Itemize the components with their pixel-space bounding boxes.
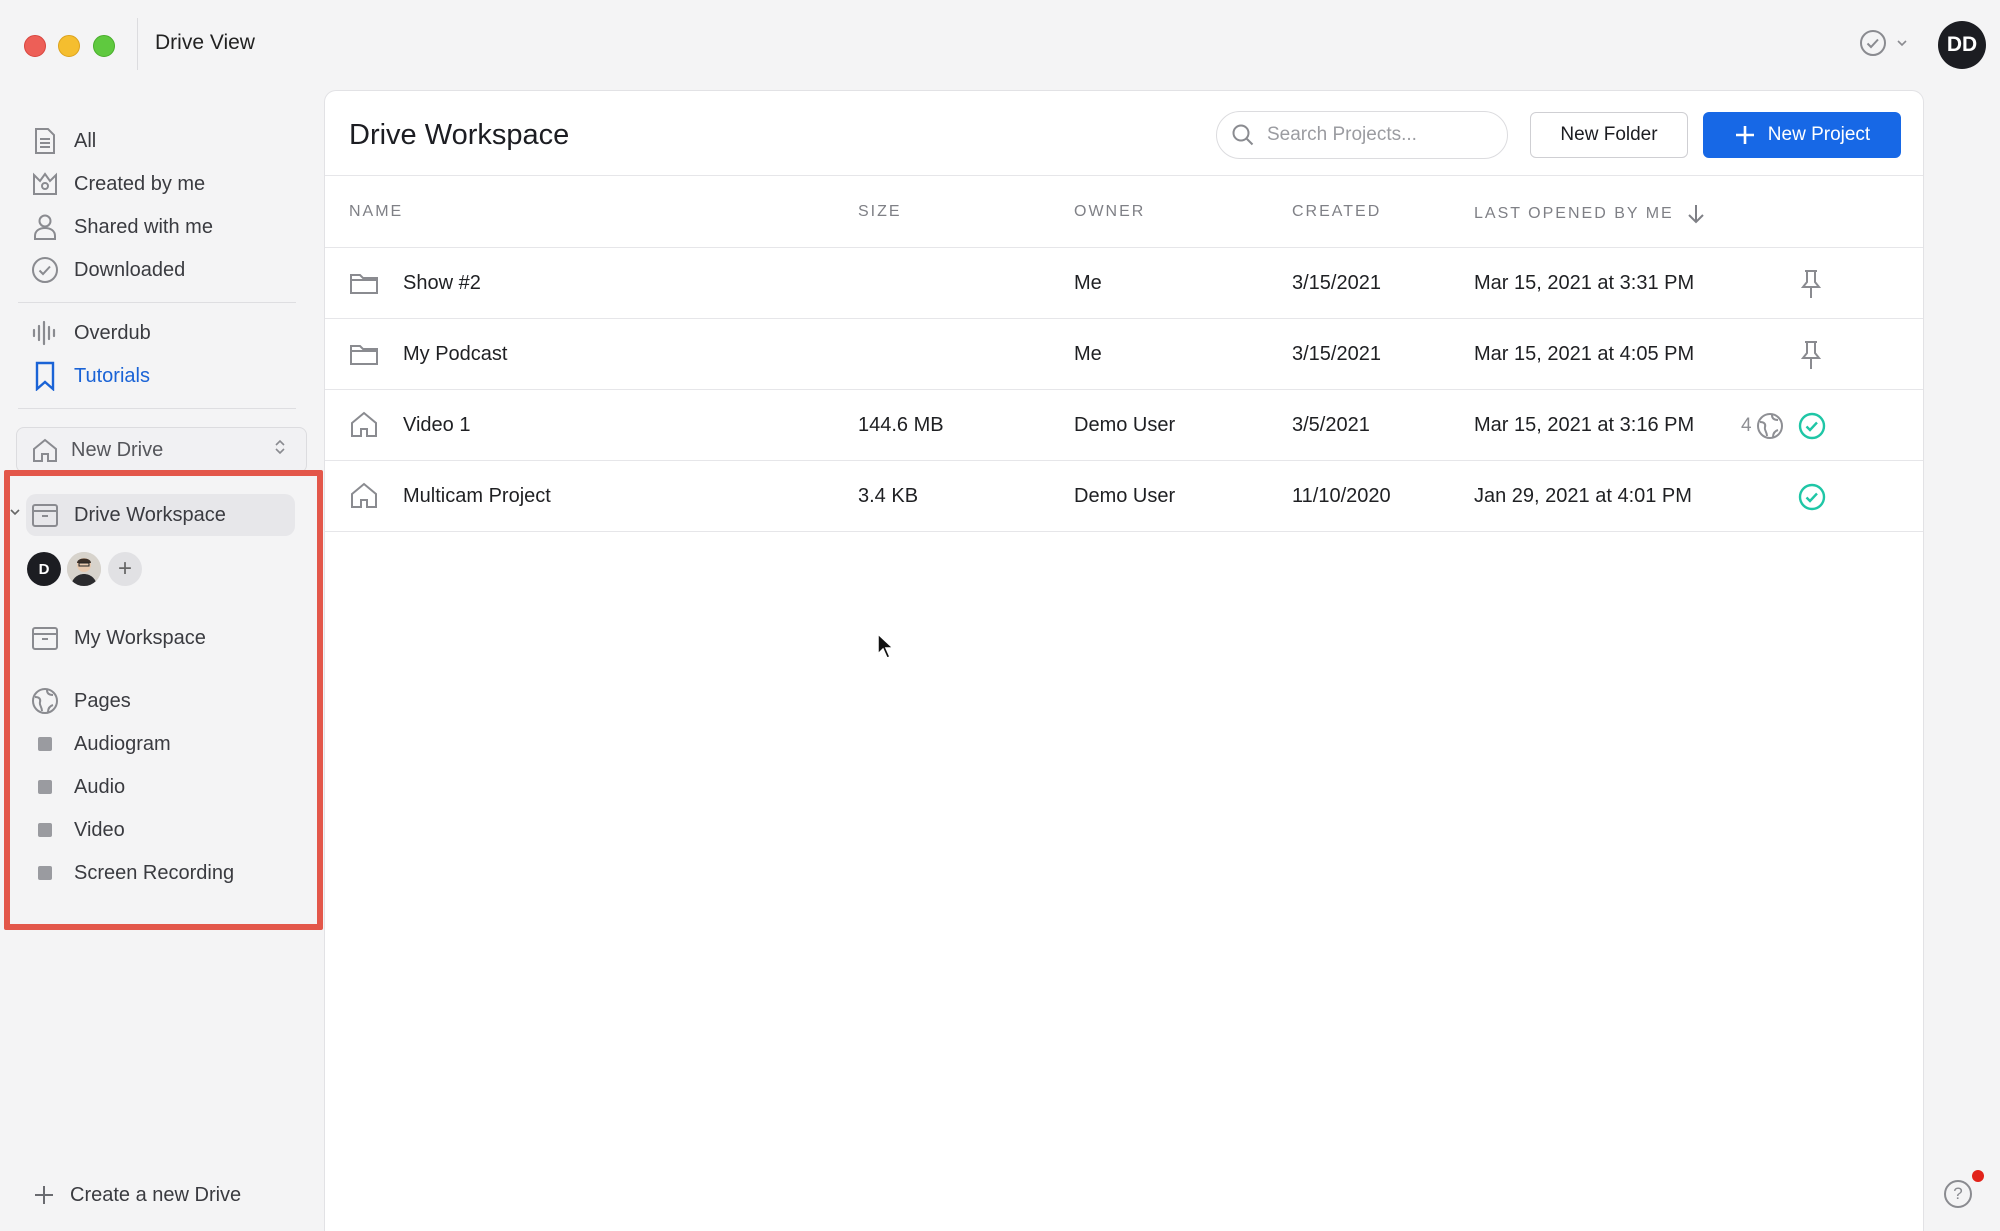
shared-count-value: 4 xyxy=(1741,415,1752,436)
row-created: 3/5/2021 xyxy=(1292,414,1370,436)
table-row[interactable]: Video 1 144.6 MB Demo User 3/5/2021 Mar … xyxy=(325,390,1923,461)
main-panel: Drive Workspace New Folder New Project N… xyxy=(324,90,1924,1231)
user-avatar[interactable]: DD xyxy=(1938,21,1986,69)
row-size: 144.6 MB xyxy=(858,414,944,436)
document-icon xyxy=(30,126,60,156)
check-circle-icon xyxy=(30,255,60,285)
mouse-cursor-icon xyxy=(877,632,894,659)
row-owner: Demo User xyxy=(1074,414,1176,436)
person-icon xyxy=(30,212,60,242)
sidebar-item-label: Downloaded xyxy=(74,258,186,281)
column-header-last-opened[interactable]: LAST OPENED BY ME xyxy=(1474,203,1706,225)
title-divider xyxy=(137,18,138,70)
row-name: My Podcast xyxy=(403,343,508,365)
close-window-button[interactable] xyxy=(24,35,46,57)
sidebar-item-shared-with-me[interactable]: Shared with me xyxy=(30,209,213,245)
row-name: Multicam Project xyxy=(403,485,551,507)
row-created: 3/15/2021 xyxy=(1292,272,1381,294)
create-drive-button[interactable]: Create a new Drive xyxy=(32,1183,241,1207)
sidebar-item-label: Overdub xyxy=(74,321,151,344)
shared-pages-count[interactable]: 4 xyxy=(1741,412,1784,440)
new-folder-button[interactable]: New Folder xyxy=(1530,112,1688,158)
column-header-size[interactable]: SIZE xyxy=(858,203,902,221)
row-last-opened: Mar 15, 2021 at 4:05 PM xyxy=(1474,343,1695,365)
new-project-label: New Project xyxy=(1767,124,1871,145)
search-input[interactable] xyxy=(1267,124,1487,146)
column-header-owner[interactable]: OWNER xyxy=(1074,203,1145,221)
sync-status-menu[interactable] xyxy=(1858,28,1908,58)
row-created: 3/15/2021 xyxy=(1292,343,1381,365)
row-owner: Me xyxy=(1074,343,1102,365)
sidebar-item-tutorials[interactable]: Tutorials xyxy=(30,358,150,394)
sidebar-divider xyxy=(18,302,296,303)
new-project-button[interactable]: New Project xyxy=(1703,112,1901,158)
sidebar-item-created-by-me[interactable]: Created by me xyxy=(30,166,205,202)
synced-check-icon xyxy=(1798,412,1826,440)
sidebar-item-label: Shared with me xyxy=(74,215,213,238)
zoom-window-button[interactable] xyxy=(93,35,115,57)
sidebar-item-all[interactable]: All xyxy=(30,123,96,159)
table-row[interactable]: My Podcast Me 3/15/2021 Mar 15, 2021 at … xyxy=(325,319,1923,390)
highlight-box xyxy=(4,470,323,930)
row-created: 11/10/2020 xyxy=(1292,485,1391,507)
pin-icon[interactable] xyxy=(1797,339,1825,371)
bookmark-icon xyxy=(30,361,60,391)
plus-icon xyxy=(35,1186,53,1204)
synced-check-icon xyxy=(1798,483,1826,511)
table-row[interactable]: Multicam Project 3.4 KB Demo User 11/10/… xyxy=(325,461,1923,532)
minimize-window-button[interactable] xyxy=(58,35,80,57)
sidebar-item-label: Created by me xyxy=(74,172,206,195)
check-circle-icon xyxy=(1860,30,1886,56)
chevron-down-icon xyxy=(1897,40,1907,47)
pin-icon[interactable] xyxy=(1797,268,1825,300)
sidebar-divider xyxy=(18,408,296,409)
column-header-created[interactable]: CREATED xyxy=(1292,203,1381,221)
home-icon xyxy=(351,411,377,437)
drive-selector[interactable]: New Drive xyxy=(16,427,307,473)
row-owner: Demo User xyxy=(1074,485,1176,507)
column-header-name[interactable]: NAME xyxy=(349,203,403,221)
column-header-label: LAST OPENED BY ME xyxy=(1474,205,1674,222)
up-down-chevron-icon xyxy=(274,438,286,457)
row-name: Video 1 xyxy=(403,414,471,436)
create-drive-label: Create a new Drive xyxy=(70,1183,242,1206)
search-box[interactable] xyxy=(1216,111,1508,159)
folder-icon xyxy=(350,345,378,365)
row-name: Show #2 xyxy=(403,272,481,294)
row-owner: Me xyxy=(1074,272,1102,294)
sidebar-item-label: Tutorials xyxy=(74,364,150,387)
sidebar-item-label: All xyxy=(74,129,97,152)
row-last-opened: Mar 15, 2021 at 3:31 PM xyxy=(1474,272,1695,294)
sort-down-arrow-icon xyxy=(1687,205,1704,224)
table-row[interactable]: Show #2 Me 3/15/2021 Mar 15, 2021 at 3:3… xyxy=(325,248,1923,319)
home-icon xyxy=(33,438,57,462)
sidebar-item-overdub[interactable]: Overdub xyxy=(30,315,151,351)
window-title: Drive View xyxy=(155,31,255,54)
notification-dot xyxy=(1972,1170,1984,1182)
globe-icon xyxy=(1756,413,1783,439)
help-button[interactable]: ? xyxy=(1944,1180,1972,1208)
title-bar: Drive View DD xyxy=(0,0,2000,90)
plus-icon xyxy=(1735,126,1754,144)
row-size: 3.4 KB xyxy=(858,485,919,507)
page-title: Drive Workspace xyxy=(349,119,570,151)
home-icon xyxy=(351,482,377,508)
crown-icon xyxy=(30,169,60,199)
folder-icon xyxy=(350,274,378,294)
search-icon xyxy=(1232,124,1254,146)
drive-selector-label: New Drive xyxy=(71,438,164,461)
row-last-opened: Mar 15, 2021 at 3:16 PM xyxy=(1474,414,1695,436)
row-last-opened: Jan 29, 2021 at 4:01 PM xyxy=(1474,485,1692,507)
sidebar-item-downloaded[interactable]: Downloaded xyxy=(30,252,185,288)
waveform-icon xyxy=(30,318,60,348)
header-divider xyxy=(325,175,1923,176)
